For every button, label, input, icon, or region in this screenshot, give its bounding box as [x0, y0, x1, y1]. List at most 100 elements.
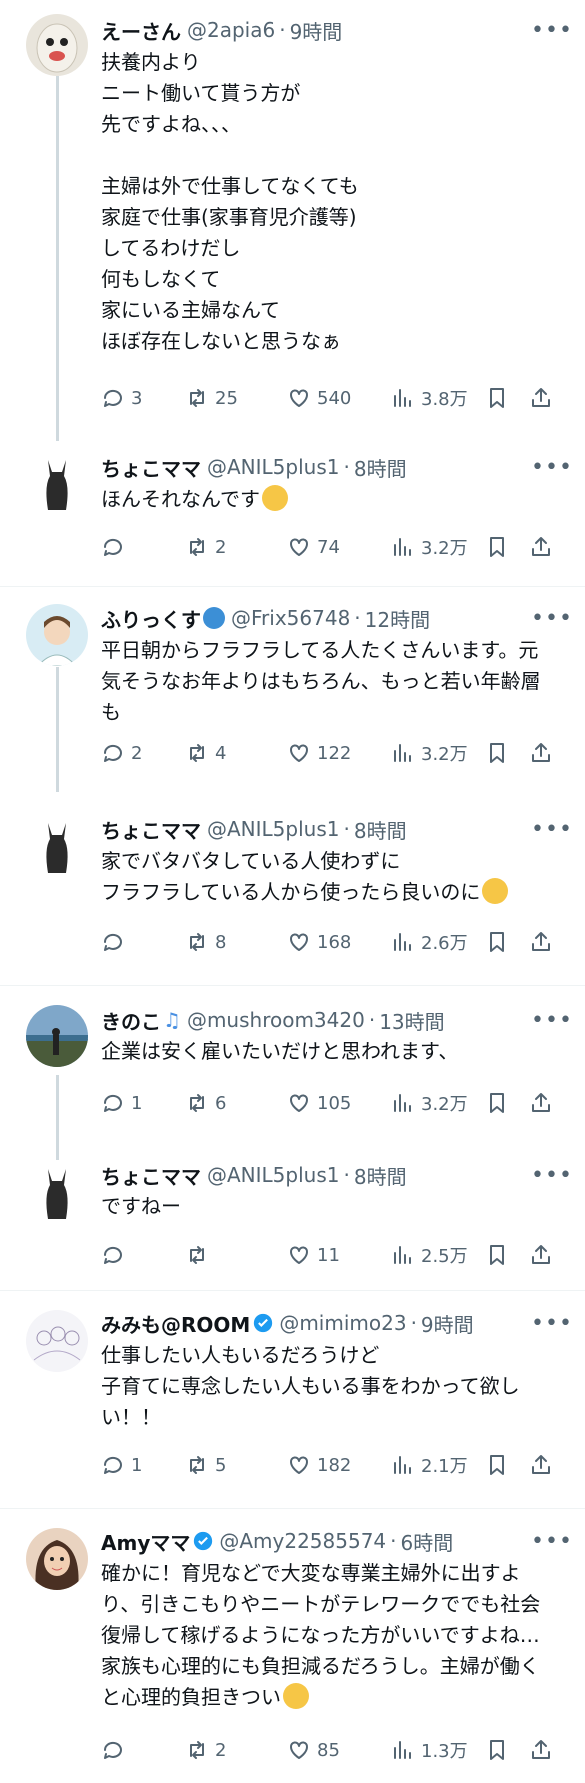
retweet-button[interactable]: 2 — [185, 1735, 226, 1765]
avatar[interactable] — [26, 1528, 88, 1590]
tweet[interactable]: えーさん @2apia6 · 9時間 ••• 扶養内より ニート働いて貰う方が … — [0, 0, 585, 440]
user-handle[interactable]: @ANIL5plus1 — [207, 817, 339, 841]
retweet-button[interactable]: 4 — [185, 738, 226, 768]
views-button[interactable]: 2.5万 — [391, 1240, 468, 1270]
bookmark-button[interactable] — [485, 1735, 509, 1765]
avatar[interactable] — [26, 452, 88, 514]
timestamp[interactable]: 9時間 — [421, 1309, 474, 1338]
tweet[interactable]: Amyママ @Amy22585574 · 6時間 ••• 確かに！育児などで大変… — [0, 1508, 585, 1783]
bookmark-button[interactable] — [485, 738, 509, 768]
reply-button[interactable]: 1 — [101, 1088, 142, 1118]
tweet[interactable]: ちょこママ @ANIL5plus1 · 8時間 ••• ですねー 11 2.5万 — [0, 1145, 585, 1290]
avatar[interactable] — [26, 604, 88, 666]
retweet-button[interactable]: 2 — [185, 532, 226, 562]
bookmark-button[interactable] — [485, 383, 509, 413]
share-button[interactable] — [529, 532, 553, 562]
share-button[interactable] — [529, 738, 553, 768]
reply-count: 3 — [131, 387, 143, 409]
share-button[interactable] — [529, 927, 553, 957]
reply-button[interactable] — [101, 1735, 131, 1765]
bookmark-button[interactable] — [485, 1088, 509, 1118]
reply-button[interactable]: 1 — [101, 1450, 142, 1480]
timestamp[interactable]: 13時間 — [379, 1006, 444, 1035]
like-button[interactable]: 182 — [287, 1450, 351, 1480]
reply-button[interactable] — [101, 927, 131, 957]
like-button[interactable]: 105 — [287, 1088, 351, 1118]
tweet[interactable]: みみも@ROOM @mimimo23 · 9時間 ••• 仕事したい人もいるだろ… — [0, 1290, 585, 1508]
bookmark-button[interactable] — [485, 1450, 509, 1480]
retweet-button[interactable]: 8 — [185, 927, 226, 957]
display-name[interactable]: ふりっくす — [101, 604, 201, 633]
share-button[interactable] — [529, 1735, 553, 1765]
display-name[interactable]: Amyママ — [101, 1527, 190, 1556]
share-button[interactable] — [529, 1450, 553, 1480]
timestamp[interactable]: 6時間 — [401, 1527, 454, 1556]
reply-button[interactable]: 2 — [101, 738, 142, 768]
avatar[interactable] — [26, 1161, 88, 1223]
timestamp[interactable]: 8時間 — [354, 453, 407, 482]
like-button[interactable]: 85 — [287, 1735, 340, 1765]
more-options-button[interactable]: ••• — [531, 455, 572, 480]
user-handle[interactable]: @mimimo23 — [279, 1311, 406, 1335]
like-button[interactable]: 168 — [287, 927, 351, 957]
tweet[interactable]: ふりっくす @Frix56748 · 12時間 ••• 平日朝からフラフラしてる… — [0, 586, 585, 791]
user-handle[interactable]: @ANIL5plus1 — [207, 455, 339, 479]
like-button[interactable]: 540 — [287, 383, 351, 413]
share-button[interactable] — [529, 383, 553, 413]
views-button[interactable]: 3.2万 — [391, 738, 468, 768]
avatar[interactable] — [26, 815, 88, 877]
display-name[interactable]: きのこ — [101, 1006, 161, 1035]
like-button[interactable]: 74 — [287, 532, 340, 562]
display-name[interactable]: ちょこママ — [101, 815, 201, 844]
like-button[interactable]: 122 — [287, 738, 351, 768]
reply-button[interactable]: 3 — [101, 383, 142, 413]
share-button[interactable] — [529, 1088, 553, 1118]
views-button[interactable]: 2.1万 — [391, 1450, 468, 1480]
reply-button[interactable] — [101, 1240, 131, 1270]
retweet-button[interactable]: 25 — [185, 383, 238, 413]
views-button[interactable]: 1.3万 — [391, 1735, 468, 1765]
user-handle[interactable]: @ANIL5plus1 — [207, 1163, 339, 1187]
display-name[interactable]: みみも@ROOM — [101, 1309, 250, 1338]
avatar[interactable] — [26, 14, 88, 76]
reply-icon — [103, 538, 122, 556]
more-options-button[interactable]: ••• — [531, 1008, 572, 1033]
retweet-button[interactable] — [185, 1240, 215, 1270]
avatar[interactable] — [26, 1005, 88, 1067]
display-name[interactable]: ちょこママ — [101, 453, 201, 482]
timestamp[interactable]: 12時間 — [365, 604, 430, 633]
views-button[interactable]: 3.2万 — [391, 532, 468, 562]
more-options-button[interactable]: ••• — [531, 1311, 572, 1336]
retweet-button[interactable]: 6 — [185, 1088, 226, 1118]
views-button[interactable]: 3.2万 — [391, 1088, 468, 1118]
like-button[interactable]: 11 — [287, 1240, 340, 1270]
share-button[interactable] — [529, 1240, 553, 1270]
retweet-button[interactable]: 5 — [185, 1450, 226, 1480]
bookmark-button[interactable] — [485, 532, 509, 562]
user-handle[interactable]: @mushroom3420 — [187, 1008, 365, 1032]
tweet[interactable]: ちょこママ @ANIL5plus1 · 8時間 ••• 家でバタバタしている人使… — [0, 791, 585, 985]
user-handle[interactable]: @Frix56748 — [231, 606, 350, 630]
tweet[interactable]: ちょこママ @ANIL5plus1 · 8時間 ••• ほんそれなんです 2 7… — [0, 440, 585, 586]
views-button[interactable]: 3.8万 — [391, 383, 468, 413]
display-name[interactable]: えーさん — [101, 16, 181, 45]
user-handle[interactable]: @Amy22585574 — [219, 1529, 386, 1553]
more-options-button[interactable]: ••• — [531, 606, 572, 631]
display-name[interactable]: ちょこママ — [101, 1161, 201, 1190]
more-options-button[interactable]: ••• — [531, 817, 572, 842]
views-button[interactable]: 2.6万 — [391, 927, 468, 957]
reply-button[interactable] — [101, 532, 131, 562]
more-options-button[interactable]: ••• — [531, 18, 572, 43]
timestamp[interactable]: 8時間 — [354, 1161, 407, 1190]
tweet[interactable]: きのこ ♫ @mushroom3420 · 13時間 ••• 企業は安く雇いたい… — [0, 985, 585, 1145]
music-note-icon: ♫ — [163, 1008, 181, 1032]
avatar[interactable] — [26, 1310, 88, 1372]
more-options-button[interactable]: ••• — [531, 1163, 572, 1188]
retweet-icon — [190, 1456, 204, 1474]
bookmark-button[interactable] — [485, 1240, 509, 1270]
more-options-button[interactable]: ••• — [531, 1529, 572, 1554]
bookmark-button[interactable] — [485, 927, 509, 957]
timestamp[interactable]: 9時間 — [290, 16, 343, 45]
timestamp[interactable]: 8時間 — [354, 815, 407, 844]
user-handle[interactable]: @2apia6 — [187, 18, 275, 42]
